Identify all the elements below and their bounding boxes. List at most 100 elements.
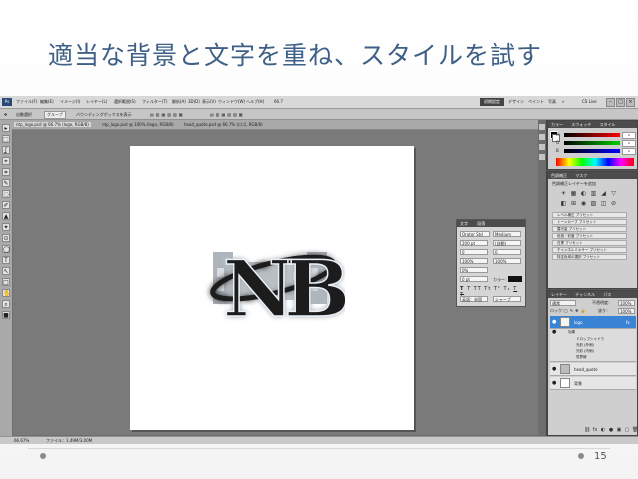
- preset-levels[interactable]: レベル補正 プリセット: [552, 212, 627, 218]
- tab-channels[interactable]: チャンネル: [575, 292, 595, 297]
- auto-select-target-select[interactable]: グループ: [44, 111, 66, 119]
- channel-mixer-icon[interactable]: ◫: [600, 200, 607, 207]
- antialias-select[interactable]: シャープ: [493, 296, 521, 302]
- menu-image[interactable]: イメージ(I): [60, 99, 80, 105]
- menu-view[interactable]: 表示(V): [202, 99, 216, 105]
- language-select[interactable]: 英語：米国: [460, 296, 488, 302]
- add-mask-icon[interactable]: ◐: [600, 427, 606, 433]
- baseline-shift-field[interactable]: 0 pt: [460, 276, 488, 282]
- document-canvas[interactable]: NB: [130, 146, 414, 430]
- tool-button[interactable]: ■: [2, 311, 10, 319]
- layer-head-quote[interactable]: ● head_quote: [550, 363, 636, 376]
- menu-file[interactable]: ファイル(F): [16, 99, 37, 105]
- tool-button[interactable]: ⌗: [2, 168, 10, 176]
- b-gradient[interactable]: [564, 149, 620, 153]
- menu-window[interactable]: ウィンドウ(W): [218, 99, 245, 105]
- adjustment-layer-icon[interactable]: ●: [608, 427, 614, 433]
- add-style-icon[interactable]: fx: [592, 427, 598, 433]
- tool-button[interactable]: ʆ: [2, 146, 10, 154]
- tool-button[interactable]: □: [2, 278, 10, 286]
- slider-g[interactable]: G 0: [556, 140, 636, 147]
- zoom-level[interactable]: 66.7: [274, 99, 283, 104]
- brightness-icon[interactable]: ☀: [560, 190, 567, 197]
- blend-mode-select[interactable]: 通常: [550, 300, 576, 306]
- layer-logo[interactable]: ● logo fx: [550, 316, 636, 329]
- menu-analysis[interactable]: 解析(A): [172, 99, 186, 105]
- tool-button[interactable]: ◯: [2, 245, 10, 253]
- curves-icon[interactable]: ◐: [580, 190, 587, 197]
- status-zoom[interactable]: 66.67%: [14, 438, 29, 443]
- delete-layer-icon[interactable]: 🗑: [632, 427, 637, 433]
- move-tool-icon[interactable]: ✥: [4, 112, 7, 117]
- menu-help[interactable]: ヘルプ(H): [246, 99, 264, 105]
- tool-button[interactable]: ✐: [2, 201, 10, 209]
- workspace-paint[interactable]: ペイント: [528, 99, 544, 105]
- menu-select[interactable]: 選択範囲(S): [114, 99, 136, 105]
- slider-b[interactable]: B 0: [556, 148, 636, 155]
- tool-button[interactable]: T: [2, 256, 10, 264]
- tracking-field[interactable]: 0: [493, 249, 521, 255]
- color-spectrum-bar[interactable]: [556, 158, 634, 166]
- tool-button[interactable]: ▸: [2, 124, 10, 132]
- color-balance-icon[interactable]: ⊞: [570, 200, 577, 207]
- tab-layers[interactable]: レイヤー: [551, 292, 567, 297]
- photo-filter-icon[interactable]: ▨: [590, 200, 597, 207]
- tool-button[interactable]: ✎: [2, 179, 10, 187]
- document-tab-active[interactable]: ntp_logo.psd @ 66.7% (logo, RGB/8): [14, 122, 91, 127]
- opacity-field[interactable]: 100%: [618, 300, 635, 306]
- tab-character[interactable]: 文字: [460, 221, 468, 226]
- tool-button[interactable]: ▲: [2, 212, 10, 220]
- workspace-design[interactable]: デザイン: [508, 99, 524, 105]
- menu-edit[interactable]: 編集(E): [40, 99, 54, 105]
- tool-button[interactable]: ⊙: [2, 234, 10, 242]
- fill-field[interactable]: 100%: [618, 308, 635, 314]
- vertical-scale-field[interactable]: 100%: [460, 258, 488, 264]
- preset-exposure[interactable]: 露光量 プリセット: [552, 226, 627, 232]
- tool-button[interactable]: ◌: [2, 190, 10, 198]
- text-style-buttons[interactable]: T T TT Tt T¹ T₁ T T: [460, 286, 522, 298]
- auto-select-checkbox[interactable]: 自動選択: [16, 112, 32, 118]
- tool-button[interactable]: ✦: [2, 223, 10, 231]
- new-group-icon[interactable]: ▣: [616, 427, 622, 433]
- document-tab[interactable]: ntp_logo.psd @ 100% (logo, RGB/8): [102, 122, 174, 127]
- minimize-icon[interactable]: –: [606, 98, 615, 107]
- effect-stroke[interactable]: 境界線: [576, 355, 587, 360]
- show-transform-controls-checkbox[interactable]: バウンディングボックスを表示: [76, 112, 132, 118]
- tool-button[interactable]: ⬚: [2, 135, 10, 143]
- tool-button[interactable]: ⌕: [2, 300, 10, 308]
- font-family-select[interactable]: Orator Std: [460, 231, 490, 237]
- layer-name[interactable]: head_quote: [574, 367, 598, 372]
- r-gradient[interactable]: [564, 133, 620, 137]
- fx-badge[interactable]: fx: [626, 320, 630, 325]
- tab-swatches[interactable]: スウォッチ: [571, 122, 591, 127]
- gradient-map-icon[interactable]: ▽: [610, 190, 617, 197]
- menu-3d[interactable]: 3D(D): [188, 99, 200, 104]
- cslive-button[interactable]: CS Live: [582, 99, 597, 104]
- new-layer-icon[interactable]: ▢: [624, 427, 630, 433]
- tab-masks[interactable]: マスク: [575, 173, 587, 178]
- preset-black-white[interactable]: 白黒 プリセット: [552, 240, 627, 246]
- black-white-icon[interactable]: ◉: [580, 200, 587, 207]
- tsume-field[interactable]: 0%: [460, 267, 488, 273]
- vibrance-icon[interactable]: ◢: [600, 190, 607, 197]
- preset-channel-mixer[interactable]: チャンネルミキサー プリセット: [552, 247, 627, 253]
- menu-layer[interactable]: レイヤー(L): [86, 99, 107, 105]
- effect-inner-glow[interactable]: 光彩 (内側): [576, 349, 594, 354]
- hue-saturation-icon[interactable]: ◧: [560, 200, 567, 207]
- workspace-photo[interactable]: 写真: [548, 99, 556, 105]
- invert-icon[interactable]: ⊘: [610, 200, 617, 207]
- layer-name[interactable]: logo: [574, 320, 583, 325]
- align-icons[interactable]: ▤▥▦▧▨▩: [150, 112, 185, 117]
- visibility-eye-icon[interactable]: ●: [552, 320, 557, 325]
- tab-adjustments[interactable]: 色調補正: [551, 173, 567, 178]
- brush-icon[interactable]: [539, 144, 545, 150]
- tab-paths[interactable]: パス: [603, 292, 611, 297]
- visibility-eye-icon[interactable]: ●: [552, 381, 557, 386]
- font-style-select[interactable]: Medium: [493, 231, 521, 237]
- tool-button[interactable]: ↖: [2, 267, 10, 275]
- close-icon[interactable]: ×: [626, 98, 635, 107]
- link-layers-icon[interactable]: ⛓: [584, 427, 590, 433]
- tab-paragraph[interactable]: 段落: [477, 221, 485, 226]
- slider-r[interactable]: R 0: [556, 132, 636, 139]
- preset-selective-color[interactable]: 特定色域の選択 プリセット: [552, 254, 627, 260]
